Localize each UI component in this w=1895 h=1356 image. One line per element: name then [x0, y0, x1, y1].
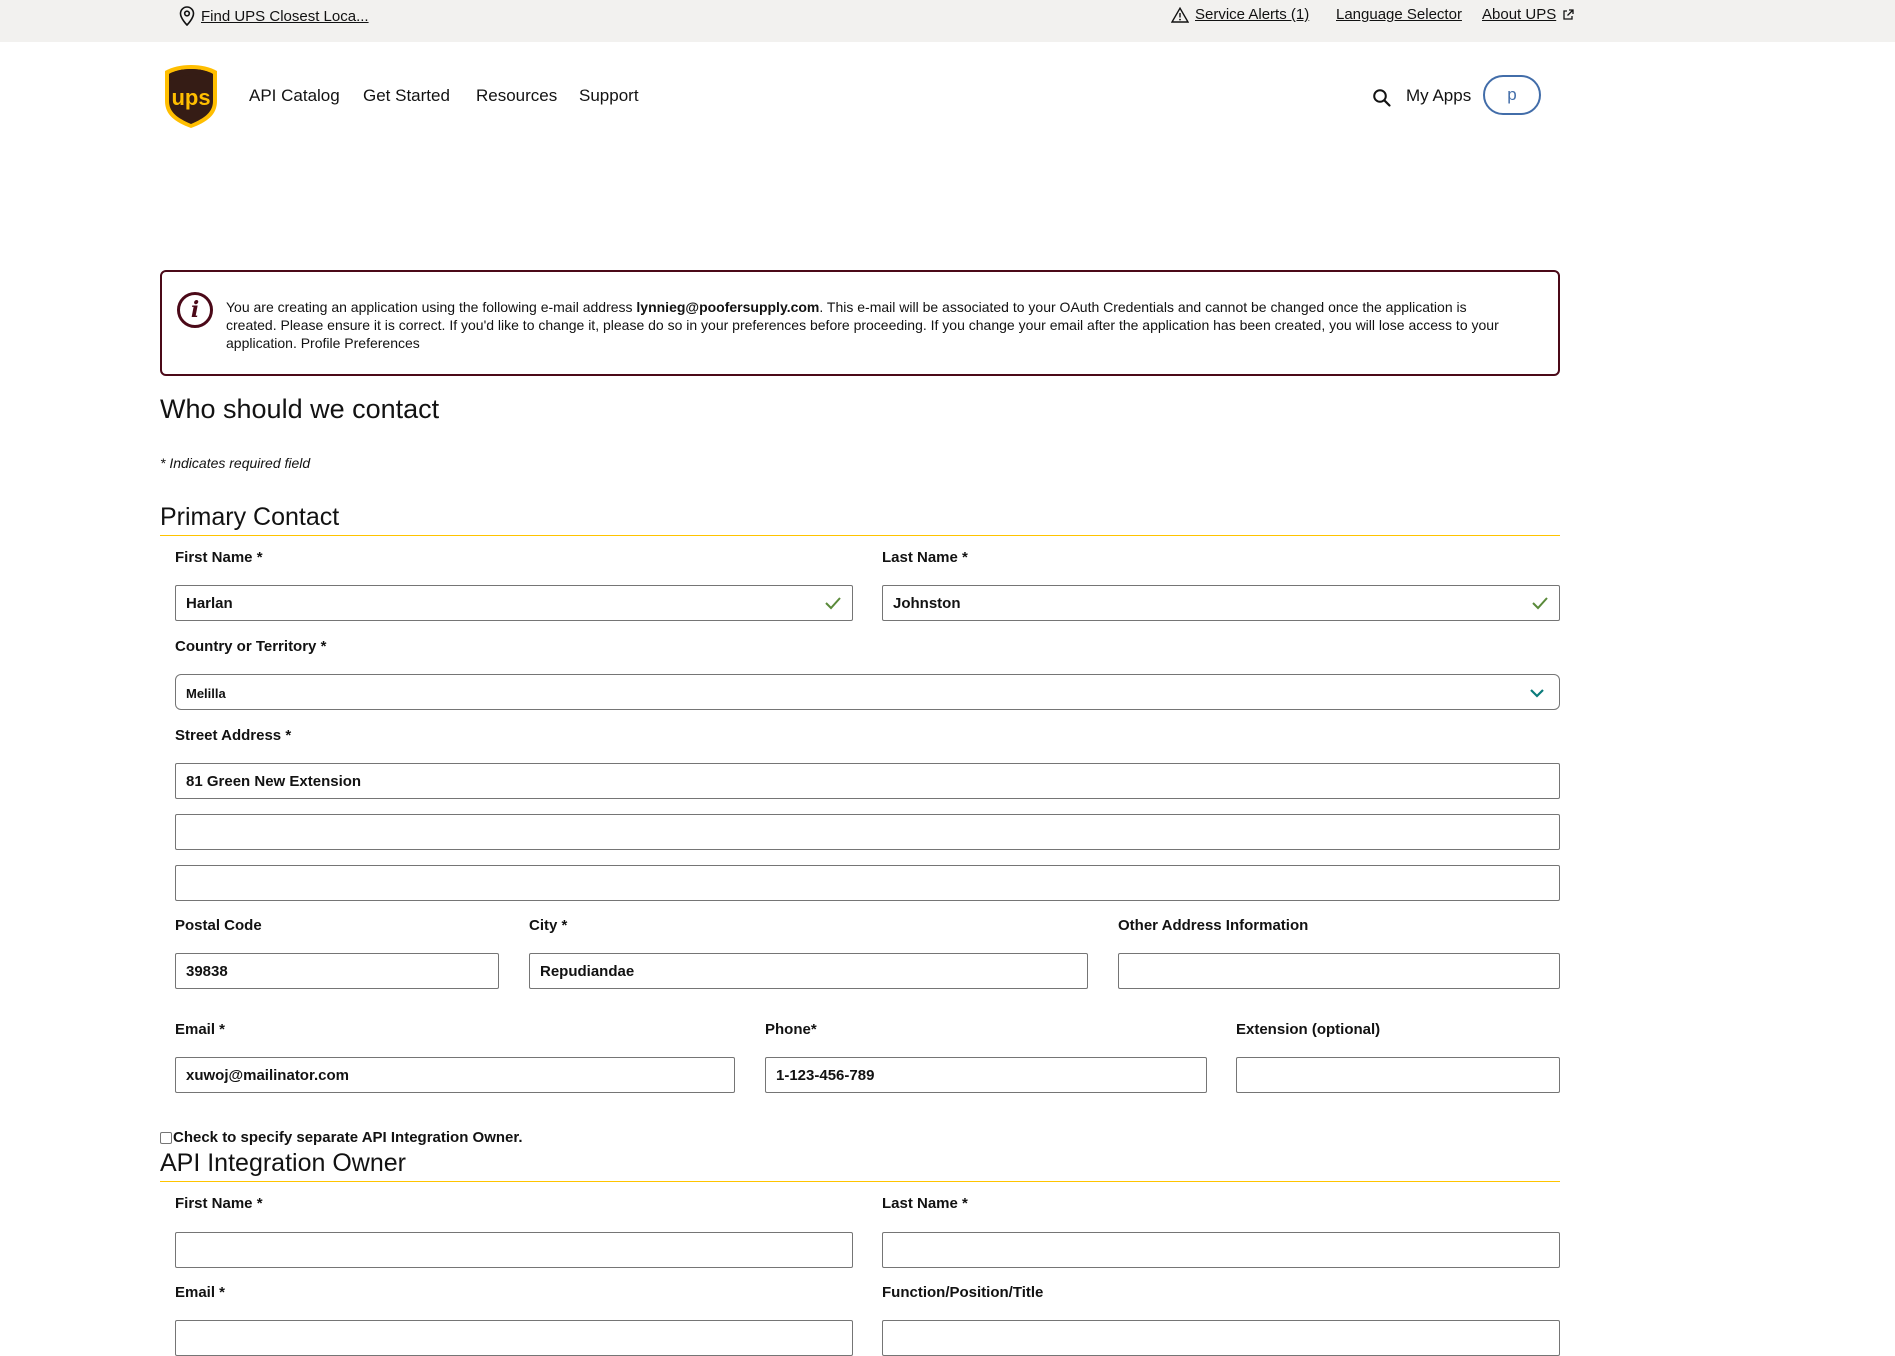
- required-field-note: * Indicates required field: [160, 455, 311, 471]
- first-name-value: Harlan: [186, 595, 233, 612]
- owner-first-name-input[interactable]: [175, 1232, 853, 1268]
- phone-label: Phone*: [765, 1021, 817, 1038]
- first-name-input[interactable]: Harlan: [175, 585, 853, 621]
- info-text-before: You are creating an application using th…: [226, 299, 637, 315]
- ups-logo[interactable]: ups: [162, 63, 220, 129]
- phone-value: 1-123-456-789: [776, 1067, 875, 1084]
- last-name-label: Last Name *: [882, 549, 968, 566]
- utility-bar: Find UPS Closest Loca... Service Alerts …: [0, 0, 1895, 42]
- owner-last-name-input[interactable]: [882, 1232, 1560, 1268]
- owner-first-name-label: First Name *: [175, 1195, 263, 1212]
- extension-label: Extension (optional): [1236, 1021, 1381, 1038]
- api-owner-title: API Integration Owner: [160, 1149, 406, 1177]
- street-address-line3-input[interactable]: [175, 865, 1560, 901]
- primary-contact-title: Primary Contact: [160, 503, 340, 531]
- first-name-label: First Name *: [175, 549, 263, 566]
- valid-check-icon: [1532, 597, 1548, 610]
- postal-code-label: Postal Code: [175, 917, 262, 934]
- email-value: xuwoj@mailinator.com: [186, 1067, 349, 1084]
- owner-function-label: Function/Position/Title: [882, 1284, 1044, 1301]
- find-location-label: Find UPS Closest Loca...: [201, 7, 369, 25]
- page-title: Who should we contact: [160, 394, 440, 424]
- city-input[interactable]: Repudiandae: [529, 953, 1088, 989]
- owner-function-input[interactable]: [882, 1320, 1560, 1356]
- postal-code-input[interactable]: 39838: [175, 953, 499, 989]
- separate-owner-checkbox[interactable]: [160, 1131, 172, 1144]
- street-address-line1-value: 81 Green New Extension: [186, 773, 362, 790]
- other-address-input[interactable]: [1118, 953, 1560, 989]
- about-ups-link[interactable]: About UPS: [1482, 6, 1574, 23]
- country-label: Country or Territory *: [175, 638, 327, 655]
- email-label: Email *: [175, 1021, 226, 1038]
- language-selector-link[interactable]: Language Selector: [1336, 6, 1462, 23]
- service-alerts-label: Service Alerts (1): [1195, 6, 1310, 23]
- external-link-icon: [1563, 8, 1574, 20]
- avatar-initial: p: [1507, 85, 1517, 104]
- find-location-link[interactable]: Find UPS Closest Loca...: [179, 6, 369, 26]
- owner-email-input[interactable]: [175, 1320, 853, 1356]
- street-address-line1-input[interactable]: 81 Green New Extension: [175, 763, 1560, 799]
- last-name-value: Johnston: [893, 595, 961, 612]
- ups-logo-text: ups: [171, 85, 210, 110]
- last-name-input[interactable]: Johnston: [882, 585, 1560, 621]
- extension-input[interactable]: [1236, 1057, 1560, 1093]
- email-input[interactable]: xuwoj@mailinator.com: [175, 1057, 735, 1093]
- separate-owner-row[interactable]: Check to specify separate API Integratio…: [160, 1129, 523, 1146]
- my-apps-link[interactable]: My Apps: [1406, 86, 1471, 106]
- avatar[interactable]: p: [1483, 75, 1541, 115]
- info-message: You are creating an application using th…: [226, 298, 1516, 352]
- about-ups-label: About UPS: [1482, 6, 1557, 23]
- street-address-label: Street Address *: [175, 727, 292, 744]
- nav-api-catalog[interactable]: API Catalog: [249, 86, 340, 106]
- other-address-label: Other Address Information: [1118, 917, 1309, 934]
- nav-get-started[interactable]: Get Started: [363, 86, 450, 106]
- info-icon: i: [177, 292, 213, 328]
- info-email: lynnieg@poofersupply.com: [636, 299, 820, 315]
- country-value: Melilla: [186, 686, 226, 701]
- postal-code-value: 39838: [186, 963, 228, 980]
- chevron-down-icon: [1530, 689, 1544, 698]
- city-value: Repudiandae: [540, 963, 635, 980]
- primary-contact-divider: [160, 535, 1560, 536]
- valid-check-icon: [825, 597, 841, 610]
- location-pin-icon: [179, 6, 195, 26]
- separate-owner-label[interactable]: Check to specify separate API Integratio…: [173, 1129, 523, 1146]
- owner-email-label: Email *: [175, 1284, 226, 1301]
- nav-support[interactable]: Support: [579, 86, 639, 106]
- city-label: City *: [529, 917, 568, 934]
- search-icon[interactable]: [1372, 88, 1392, 108]
- language-selector-label: Language Selector: [1336, 6, 1462, 23]
- nav-resources[interactable]: Resources: [476, 86, 557, 106]
- owner-last-name-label: Last Name *: [882, 1195, 968, 1212]
- street-address-line2-input[interactable]: [175, 814, 1560, 850]
- service-alerts-link[interactable]: Service Alerts (1): [1171, 6, 1309, 23]
- country-select[interactable]: Melilla: [175, 674, 1560, 710]
- warning-triangle-icon: [1171, 6, 1189, 23]
- phone-input[interactable]: 1-123-456-789: [765, 1057, 1207, 1093]
- email-info-alert: i You are creating an application using …: [160, 270, 1560, 376]
- api-owner-divider: [160, 1181, 1560, 1182]
